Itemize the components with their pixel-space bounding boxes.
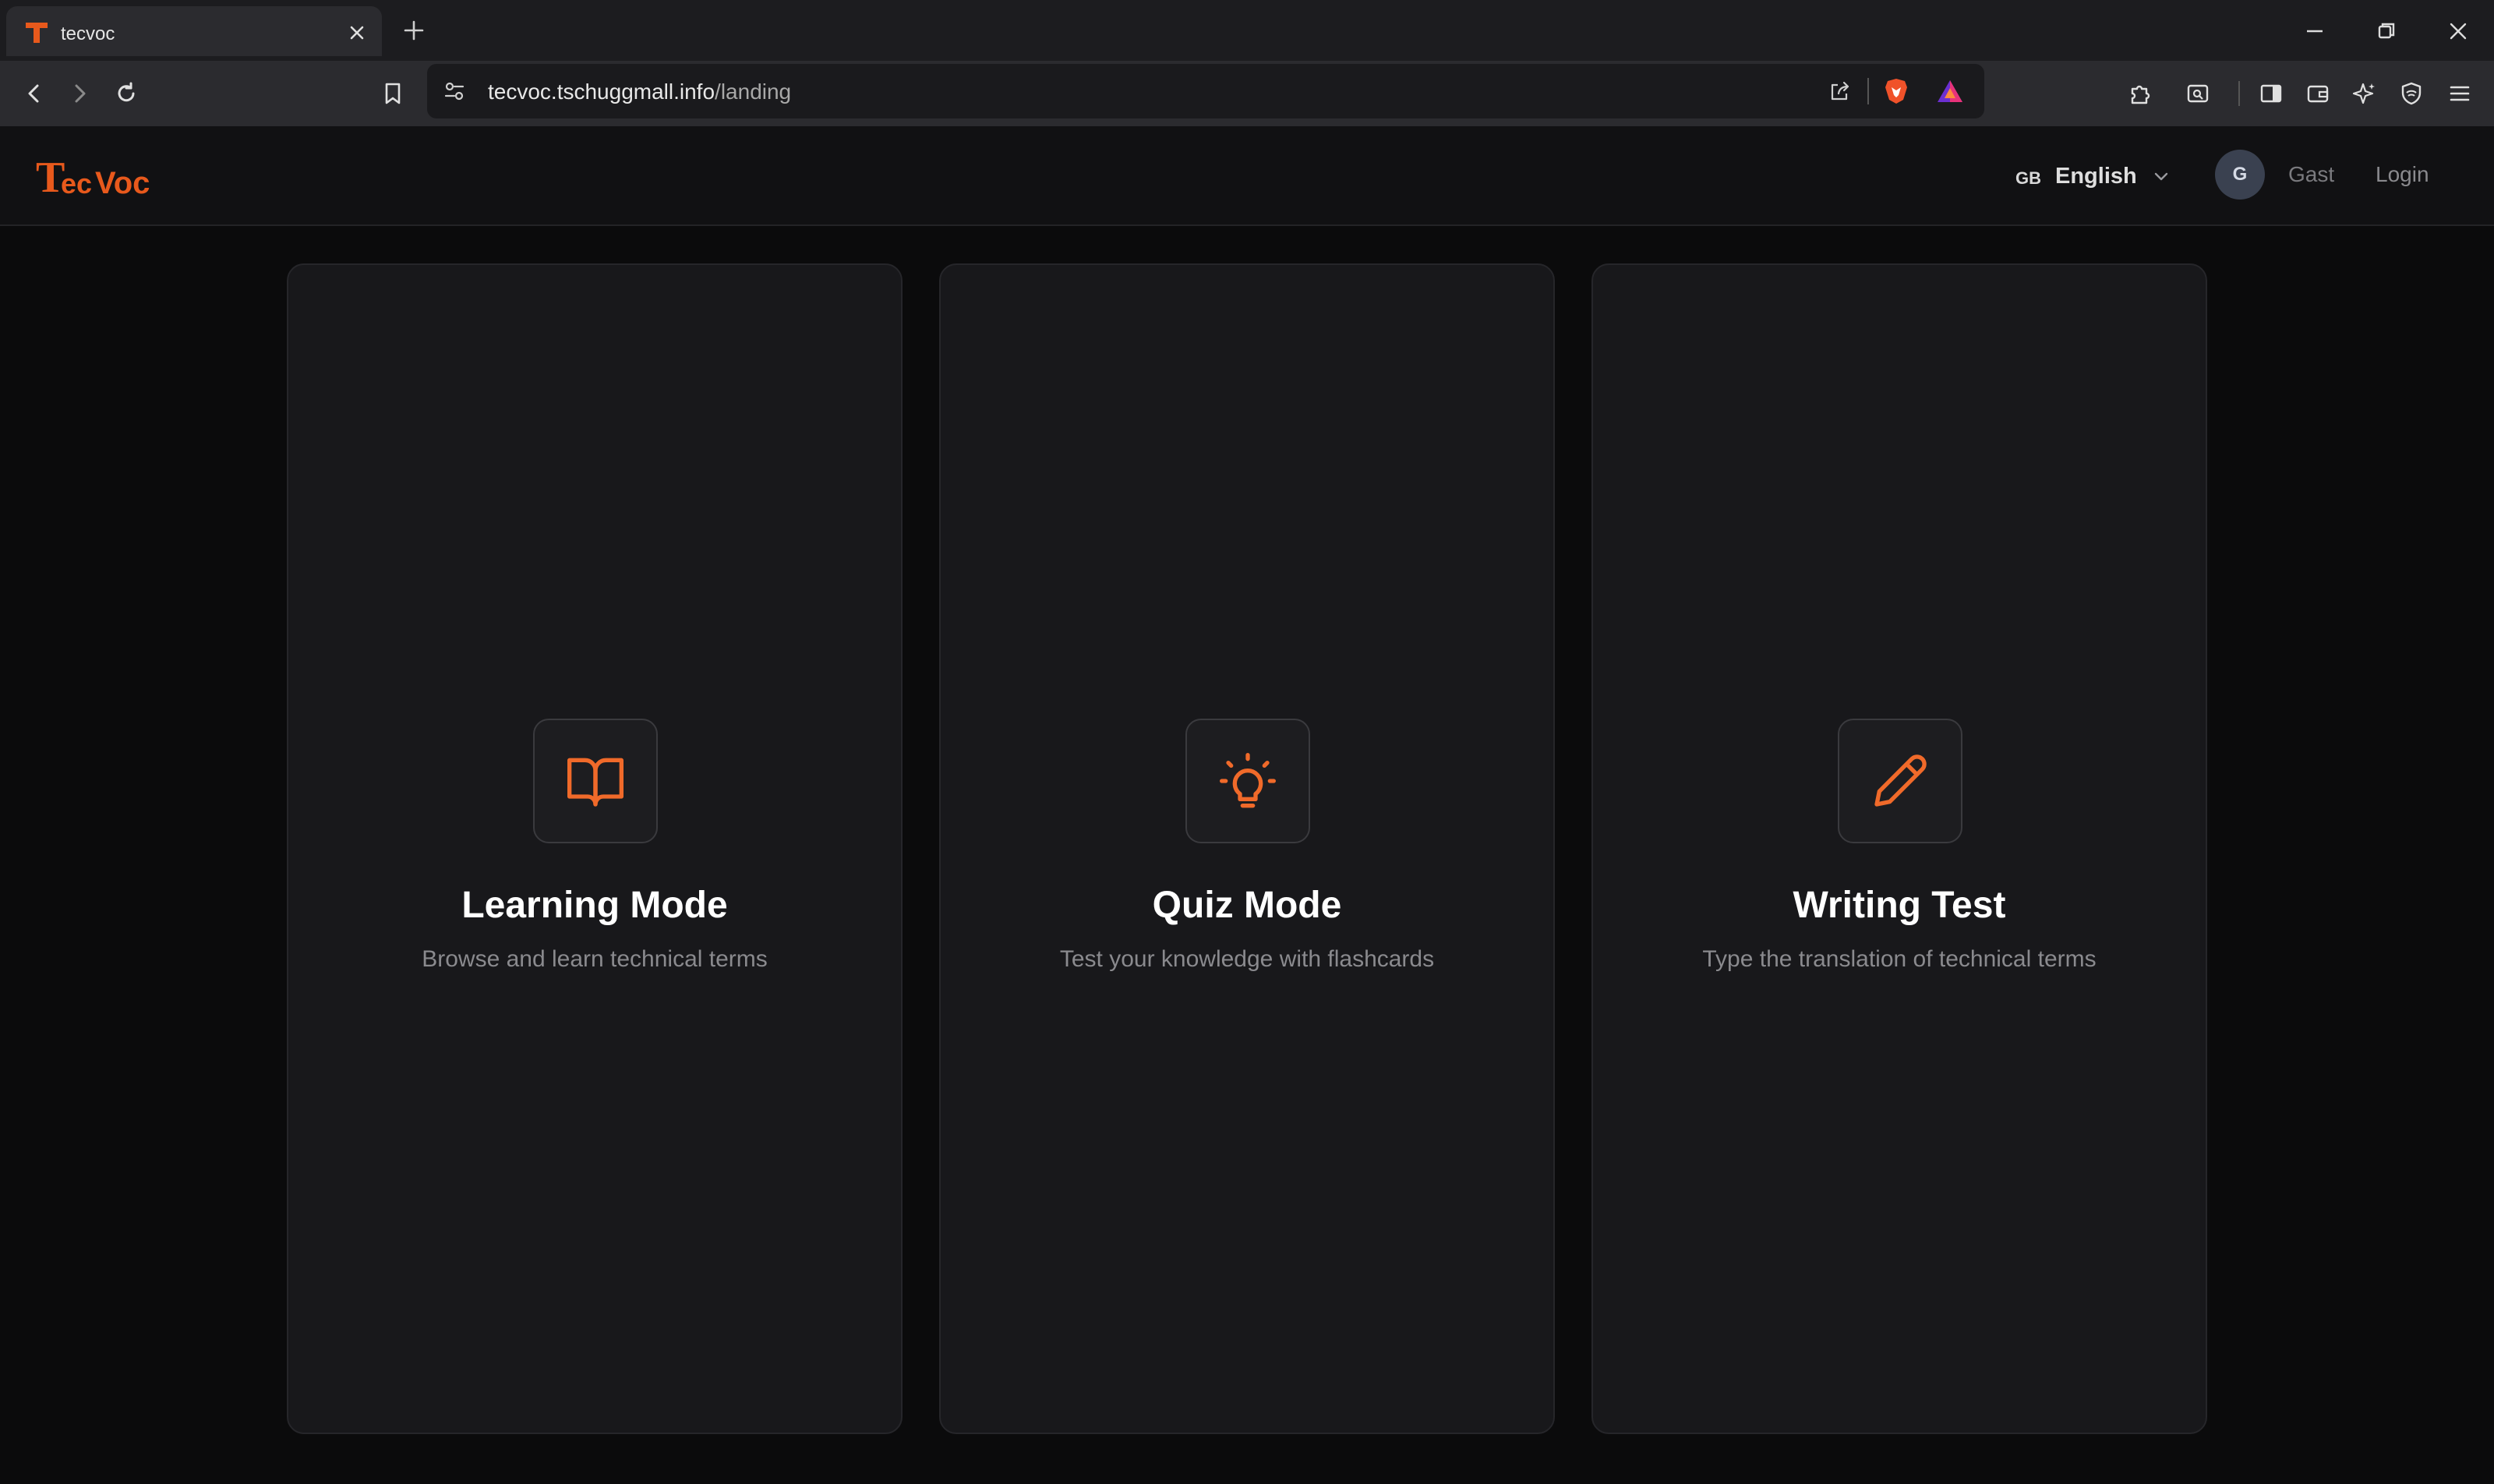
- browser-tab-strip: tecvoc: [0, 0, 2494, 61]
- url-path: /landing: [715, 80, 792, 104]
- card-description: Test your knowledge with flashcards: [1059, 946, 1435, 972]
- card-title: Learning Mode: [461, 885, 728, 926]
- address-bar[interactable]: tecvoc.tschuggmall.info/landing: [427, 64, 1984, 118]
- card-icon-box: [533, 719, 658, 843]
- lightbulb-icon: [1220, 753, 1276, 808]
- quiz-mode-card[interactable]: Quiz Mode Test your knowledge with flash…: [939, 263, 1555, 1434]
- page-search-icon[interactable]: [2181, 76, 2215, 111]
- share-icon[interactable]: [1827, 78, 1853, 104]
- tab-title: tecvoc: [61, 23, 115, 44]
- login-link[interactable]: Login: [2376, 162, 2429, 187]
- close-window-icon[interactable]: [2444, 17, 2472, 45]
- brave-shields-icon[interactable]: [1881, 76, 1911, 106]
- url-domain: tecvoc.tschuggmall.info: [488, 80, 715, 104]
- back-icon[interactable]: [17, 76, 51, 111]
- close-tab-icon[interactable]: [346, 22, 368, 44]
- language-label: English: [2055, 163, 2137, 189]
- book-open-icon: [567, 758, 624, 807]
- browser-tab[interactable]: tecvoc: [6, 6, 382, 56]
- new-tab-icon[interactable]: [401, 17, 427, 44]
- urlbar-divider: [1867, 78, 1869, 104]
- avatar[interactable]: G: [2215, 150, 2265, 200]
- tecvoc-logo[interactable]: T ec Voc: [34, 153, 159, 200]
- vpn-shield-icon[interactable]: [2394, 76, 2429, 111]
- sidebar-icon[interactable]: [2254, 76, 2288, 111]
- card-title: Quiz Mode: [1152, 885, 1342, 926]
- brave-rewards-icon[interactable]: [1936, 78, 1964, 104]
- svg-text:Voc: Voc: [95, 166, 150, 200]
- card-icon-box: [1185, 719, 1310, 843]
- card-description: Browse and learn technical terms: [422, 946, 768, 972]
- language-flag: GB: [2015, 168, 2041, 188]
- app-header: T ec Voc GB English G Gast Login: [0, 126, 2494, 226]
- card-title: Writing Test: [1793, 885, 2006, 926]
- reload-icon[interactable]: [109, 76, 143, 111]
- card-icon-box: [1838, 719, 1962, 843]
- card-description: Type the translation of technical terms: [1702, 946, 2097, 972]
- chevron-down-icon: [2154, 172, 2167, 181]
- learning-mode-card[interactable]: Learning Mode Browse and learn technical…: [287, 263, 903, 1434]
- url-text[interactable]: tecvoc.tschuggmall.info/landing: [488, 80, 791, 104]
- tecvoc-favicon-icon: [26, 23, 48, 43]
- restore-window-icon[interactable]: [2372, 17, 2400, 45]
- minimize-window-icon[interactable]: [2301, 17, 2329, 45]
- toolbar-divider: [2238, 81, 2240, 106]
- language-selector[interactable]: GB English: [2015, 161, 2171, 192]
- pencil-icon: [1874, 754, 1927, 807]
- mode-selection: Learning Mode Browse and learn technical…: [0, 226, 2494, 1484]
- wallet-icon[interactable]: [2301, 76, 2335, 111]
- menu-icon[interactable]: [2443, 76, 2477, 111]
- svg-text:ec: ec: [61, 168, 92, 200]
- writing-test-card[interactable]: Writing Test Type the translation of tec…: [1591, 263, 2207, 1434]
- site-settings-icon[interactable]: [441, 78, 468, 104]
- forward-icon[interactable]: [62, 76, 97, 111]
- user-name: Gast: [2288, 162, 2335, 186]
- leo-ai-icon[interactable]: [2347, 76, 2382, 111]
- bookmark-icon[interactable]: [376, 76, 410, 111]
- extensions-icon[interactable]: [2123, 76, 2157, 111]
